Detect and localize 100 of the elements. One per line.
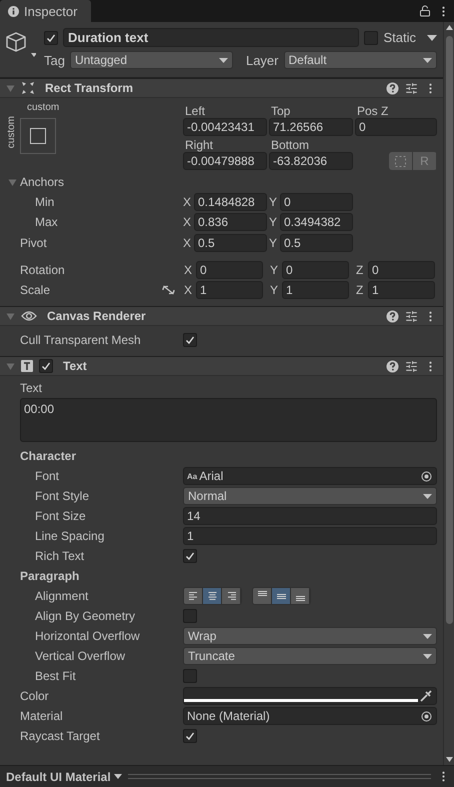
object-field[interactable]: Aa Arial <box>183 467 437 485</box>
dropdown[interactable]: Normal <box>183 487 437 505</box>
horizontal-align-button[interactable] <box>184 588 203 604</box>
anchor-preset-button[interactable] <box>20 118 56 154</box>
active-checkbox[interactable] <box>44 30 58 44</box>
help-icon[interactable] <box>386 360 399 372</box>
property-label: Font Size <box>34 509 87 523</box>
vertical-align-button[interactable] <box>291 588 310 604</box>
axis-label: Z <box>355 263 364 277</box>
object-name-field[interactable]: Duration text <box>63 28 360 47</box>
scroll-down-icon[interactable] <box>446 757 452 762</box>
foldout-label[interactable]: Anchors <box>17 175 64 189</box>
checkbox[interactable] <box>183 609 197 623</box>
axis-label: Y <box>269 236 278 250</box>
align-lines-icon <box>206 591 218 601</box>
presets-icon[interactable] <box>405 360 418 372</box>
text-area[interactable]: 00:00 <box>20 398 437 442</box>
lock-icon[interactable] <box>419 5 431 17</box>
dropdown[interactable]: Truncate <box>183 647 437 665</box>
scroll-up-icon[interactable] <box>446 25 452 30</box>
caret-icon <box>423 654 432 658</box>
number-field[interactable]: 1 <box>196 281 263 299</box>
number-field[interactable]: 0 <box>368 261 435 279</box>
caret-icon <box>423 494 432 498</box>
number-field[interactable]: 0.5 <box>194 234 267 252</box>
number-field[interactable]: 0 <box>355 118 437 136</box>
property-label: Font <box>34 469 60 483</box>
property-label: Font Style <box>34 489 90 503</box>
number-field[interactable]: 0.5 <box>280 234 353 252</box>
number-field[interactable]: 0 <box>280 193 353 211</box>
axis-label: X <box>183 195 192 209</box>
align-lines-icon <box>226 591 236 601</box>
object-picker-icon[interactable] <box>421 470 432 482</box>
dashed-square-icon <box>395 156 406 166</box>
layer-dropdown[interactable]: Default <box>284 51 437 69</box>
number-field[interactable]: 1 <box>368 281 435 299</box>
eye-icon <box>21 310 37 322</box>
property-label: Text <box>19 381 42 395</box>
vertical-align-button[interactable] <box>253 588 272 604</box>
info-icon <box>8 6 19 16</box>
axis-label: X <box>183 236 192 250</box>
object-picker-icon[interactable] <box>421 710 432 722</box>
material-dropdown[interactable]: Default UI Material <box>6 770 122 784</box>
horizontal-align-button[interactable] <box>203 588 222 604</box>
field-label: Pos Z <box>356 103 390 118</box>
component-title: Canvas Renderer <box>47 309 147 323</box>
axis-label: X <box>183 283 194 297</box>
property-label: Material <box>19 709 64 723</box>
number-field[interactable]: 14 <box>183 507 437 525</box>
checkbox[interactable] <box>183 333 197 347</box>
caret-icon <box>423 58 432 62</box>
layer-label: Layer <box>246 52 278 68</box>
static-checkbox[interactable] <box>364 30 378 44</box>
caret-icon[interactable] <box>427 34 437 40</box>
component-header[interactable]: Canvas Renderer <box>0 306 443 326</box>
property-label: Best Fit <box>34 669 77 683</box>
field-label: Bottom <box>270 137 310 152</box>
number-field[interactable]: 71.26566 <box>269 118 353 136</box>
component-header[interactable]: Text <box>0 356 443 376</box>
property-label: Rotation <box>19 263 66 277</box>
presets-icon[interactable] <box>405 310 418 322</box>
dropdown[interactable]: Wrap <box>183 627 437 645</box>
help-icon[interactable] <box>386 310 399 322</box>
caret-icon <box>423 634 432 638</box>
number-field[interactable]: 0 <box>196 261 263 279</box>
number-field[interactable]: 0.1484828 <box>194 193 267 211</box>
property-label: Scale <box>19 283 52 297</box>
checkbox[interactable] <box>183 549 197 563</box>
axis-label: Y <box>269 195 278 209</box>
presets-icon[interactable] <box>405 82 418 94</box>
number-field[interactable]: 0 <box>282 261 349 279</box>
eyedropper-icon[interactable] <box>418 689 434 703</box>
property-label: Align By Geometry <box>34 609 136 623</box>
checkbox[interactable] <box>183 729 197 743</box>
checkbox[interactable] <box>183 669 197 683</box>
number-field[interactable]: 0.836 <box>194 213 267 231</box>
caret-icon <box>114 774 122 779</box>
property-label: Line Spacing <box>34 529 106 543</box>
help-icon[interactable] <box>386 82 399 94</box>
caret-icon <box>218 58 228 62</box>
rect-transform-icon <box>21 81 35 95</box>
number-field[interactable]: -0.00423431 <box>183 118 267 136</box>
inspector-tab[interactable]: Inspector <box>0 0 92 22</box>
number-field[interactable]: -63.82036 <box>269 152 353 170</box>
property-label: Rich Text <box>34 549 86 563</box>
axis-label: Y <box>269 283 280 297</box>
number-field[interactable]: 1 <box>282 281 349 299</box>
number-field[interactable]: 0.3494382 <box>280 213 353 231</box>
number-field[interactable]: -0.00479888 <box>183 152 267 170</box>
tag-dropdown[interactable]: Untagged <box>70 51 233 69</box>
enable-checkbox[interactable] <box>39 359 53 373</box>
static-label: Static <box>383 30 416 45</box>
object-field[interactable]: None (Material) <box>183 707 437 725</box>
cube-icon[interactable] <box>6 31 36 59</box>
property-label: Color <box>19 689 50 703</box>
number-field[interactable]: 1 <box>183 527 437 545</box>
horizontal-align-button[interactable] <box>222 588 241 604</box>
vertical-align-button[interactable] <box>272 588 291 604</box>
scrollbar-thumb[interactable] <box>446 36 452 624</box>
component-header[interactable]: Rect Transform <box>0 78 443 98</box>
